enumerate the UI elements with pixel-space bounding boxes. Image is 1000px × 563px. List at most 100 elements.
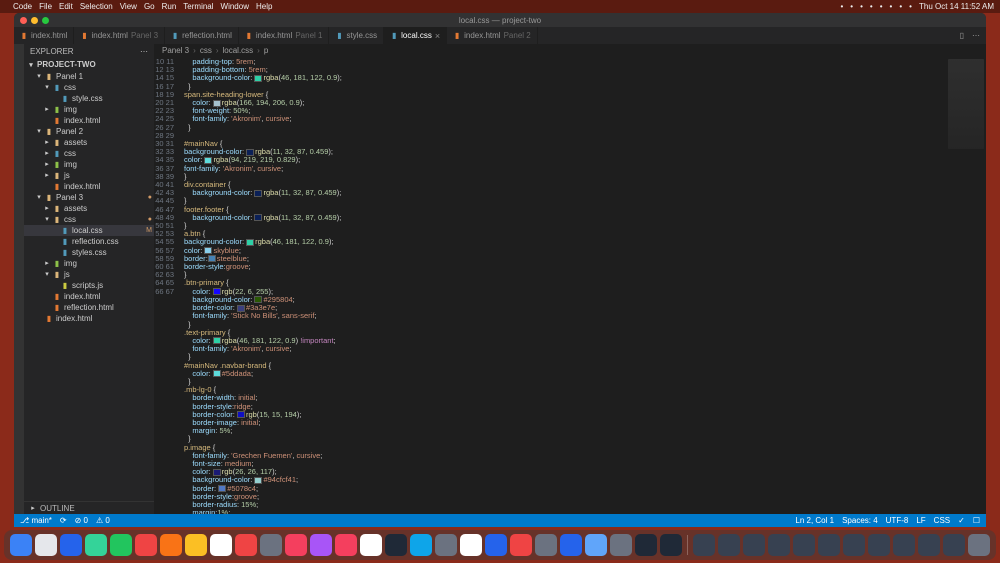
tree-item-Panel 2[interactable]: ▾Panel 2: [24, 126, 154, 137]
dock-app-11[interactable]: [285, 534, 307, 556]
dock-min-4[interactable]: [793, 534, 815, 556]
tab-index.html[interactable]: index.html: [14, 27, 74, 44]
more-icon[interactable]: ⋯: [140, 47, 148, 56]
status-item[interactable]: UTF-8: [886, 516, 909, 525]
tree-item-js[interactable]: ▸js: [24, 170, 154, 181]
status-item[interactable]: Ln 2, Col 1: [795, 516, 834, 525]
crumb[interactable]: local.css: [222, 46, 253, 55]
tree-item-css[interactable]: ▾css●: [24, 214, 154, 225]
dock-app-18[interactable]: [460, 534, 482, 556]
menu-go[interactable]: Go: [144, 2, 155, 11]
dock-min-1[interactable]: [718, 534, 740, 556]
dock-app-22[interactable]: [560, 534, 582, 556]
tree-item-reflection.css[interactable]: reflection.css: [24, 236, 154, 247]
status-item[interactable]: ⊘ 0: [75, 516, 88, 525]
tree-item-assets[interactable]: ▸assets: [24, 203, 154, 214]
flag-icon[interactable]: •: [909, 2, 912, 11]
tree-item-index.html[interactable]: index.html: [24, 115, 154, 126]
editor-tabs[interactable]: index.htmlindex.htmlPanel 3reflection.ht…: [14, 27, 986, 44]
crumb[interactable]: css: [200, 46, 212, 55]
crumb[interactable]: p: [264, 46, 268, 55]
dock-app-1[interactable]: [35, 534, 57, 556]
tree-item-Panel 1[interactable]: ▾Panel 1: [24, 71, 154, 82]
dock-app-26[interactable]: [660, 534, 682, 556]
bluetooth-icon[interactable]: •: [860, 2, 863, 11]
dock-min-5[interactable]: [818, 534, 840, 556]
tree-item-img[interactable]: ▸img: [24, 159, 154, 170]
dock-app-15[interactable]: [385, 534, 407, 556]
status-bar[interactable]: ⎇ main*⟳⊘ 0⚠ 0 Ln 2, Col 1Spaces: 4UTF-8…: [14, 514, 986, 527]
menu-window[interactable]: Window: [221, 2, 249, 11]
dock-min-9[interactable]: [918, 534, 940, 556]
menu-help[interactable]: Help: [256, 2, 272, 11]
menu-code[interactable]: Code: [13, 2, 32, 11]
file-tree[interactable]: ▾Panel 1▾cssstyle.css▸imgindex.html▾Pane…: [24, 71, 154, 501]
code-area[interactable]: padding-top: 5rem; padding-bottom: 5rem;…: [180, 57, 986, 514]
dock-min-2[interactable]: [743, 534, 765, 556]
tree-item-img[interactable]: ▸img: [24, 104, 154, 115]
dock-min-3[interactable]: [768, 534, 790, 556]
status-item[interactable]: ⚠ 0: [96, 516, 110, 525]
dock-app-7[interactable]: [185, 534, 207, 556]
tree-item-js[interactable]: ▾js: [24, 269, 154, 280]
tree-item-index.html[interactable]: index.html: [24, 313, 154, 324]
menubar-clock[interactable]: Thu Oct 14 11:52 AM: [919, 2, 994, 11]
status-item[interactable]: ⟳: [60, 516, 67, 525]
tab-local.css[interactable]: local.css×: [384, 27, 447, 44]
circle-icon[interactable]: •: [870, 2, 873, 11]
tab-index.html[interactable]: index.htmlPanel 2: [447, 27, 538, 44]
tree-item-css[interactable]: ▾css: [24, 82, 154, 93]
dock-min-8[interactable]: [893, 534, 915, 556]
dock-min-6[interactable]: [843, 534, 865, 556]
dock-app-9[interactable]: [235, 534, 257, 556]
tab-reflection.html[interactable]: reflection.html: [165, 27, 239, 44]
tree-item-styles.css[interactable]: styles.css: [24, 247, 154, 258]
dock-app-19[interactable]: [485, 534, 507, 556]
tree-item-style.css[interactable]: style.css: [24, 93, 154, 104]
wifi-icon[interactable]: •: [890, 2, 893, 11]
menu-view[interactable]: View: [120, 2, 137, 11]
dock-app-2[interactable]: [60, 534, 82, 556]
dock-app-13[interactable]: [335, 534, 357, 556]
dock-app-16[interactable]: [410, 534, 432, 556]
minimap[interactable]: [948, 59, 984, 149]
menu-run[interactable]: Run: [162, 2, 177, 11]
tree-item-Panel 3[interactable]: ▾Panel 3●: [24, 192, 154, 203]
dock-app-10[interactable]: [260, 534, 282, 556]
outline-title[interactable]: OUTLINE: [40, 504, 75, 513]
dropbox-icon[interactable]: •: [840, 2, 843, 11]
user-icon[interactable]: •: [899, 2, 902, 11]
dock-min-7[interactable]: [868, 534, 890, 556]
dock-app-12[interactable]: [310, 534, 332, 556]
dock-min-0[interactable]: [693, 534, 715, 556]
split-icon[interactable]: ▯: [960, 31, 964, 40]
tree-item-scripts.js[interactable]: scripts.js: [24, 280, 154, 291]
tree-item-assets[interactable]: ▸assets: [24, 137, 154, 148]
dock-min-11[interactable]: [968, 534, 990, 556]
tree-item-local.css[interactable]: local.cssM: [24, 225, 154, 236]
dock-app-25[interactable]: [635, 534, 657, 556]
dock-app-3[interactable]: [85, 534, 107, 556]
dock-app-4[interactable]: [110, 534, 132, 556]
menu-file[interactable]: File: [39, 2, 52, 11]
status-item[interactable]: ☐: [973, 516, 980, 525]
tab-index.html[interactable]: index.htmlPanel 3: [74, 27, 165, 44]
menu-edit[interactable]: Edit: [59, 2, 73, 11]
sync-icon[interactable]: •: [850, 2, 853, 11]
breadcrumbs[interactable]: Panel 3›css›local.css›p: [154, 44, 986, 57]
tree-item-reflection.html[interactable]: reflection.html: [24, 302, 154, 313]
dock-app-23[interactable]: [585, 534, 607, 556]
tab-index.html[interactable]: index.htmlPanel 1: [239, 27, 330, 44]
tree-item-css[interactable]: ▸css: [24, 148, 154, 159]
dock-app-5[interactable]: [135, 534, 157, 556]
tree-item-index.html[interactable]: index.html: [24, 291, 154, 302]
project-name[interactable]: PROJECT-TWO: [37, 60, 96, 69]
dock-min-10[interactable]: [943, 534, 965, 556]
tree-item-index.html[interactable]: index.html: [24, 181, 154, 192]
dock-app-8[interactable]: [210, 534, 232, 556]
status-item[interactable]: Spaces: 4: [842, 516, 878, 525]
dock-app-17[interactable]: [435, 534, 457, 556]
dock-app-14[interactable]: [360, 534, 382, 556]
activity-bar[interactable]: [14, 44, 24, 514]
close-icon[interactable]: ×: [435, 31, 440, 41]
